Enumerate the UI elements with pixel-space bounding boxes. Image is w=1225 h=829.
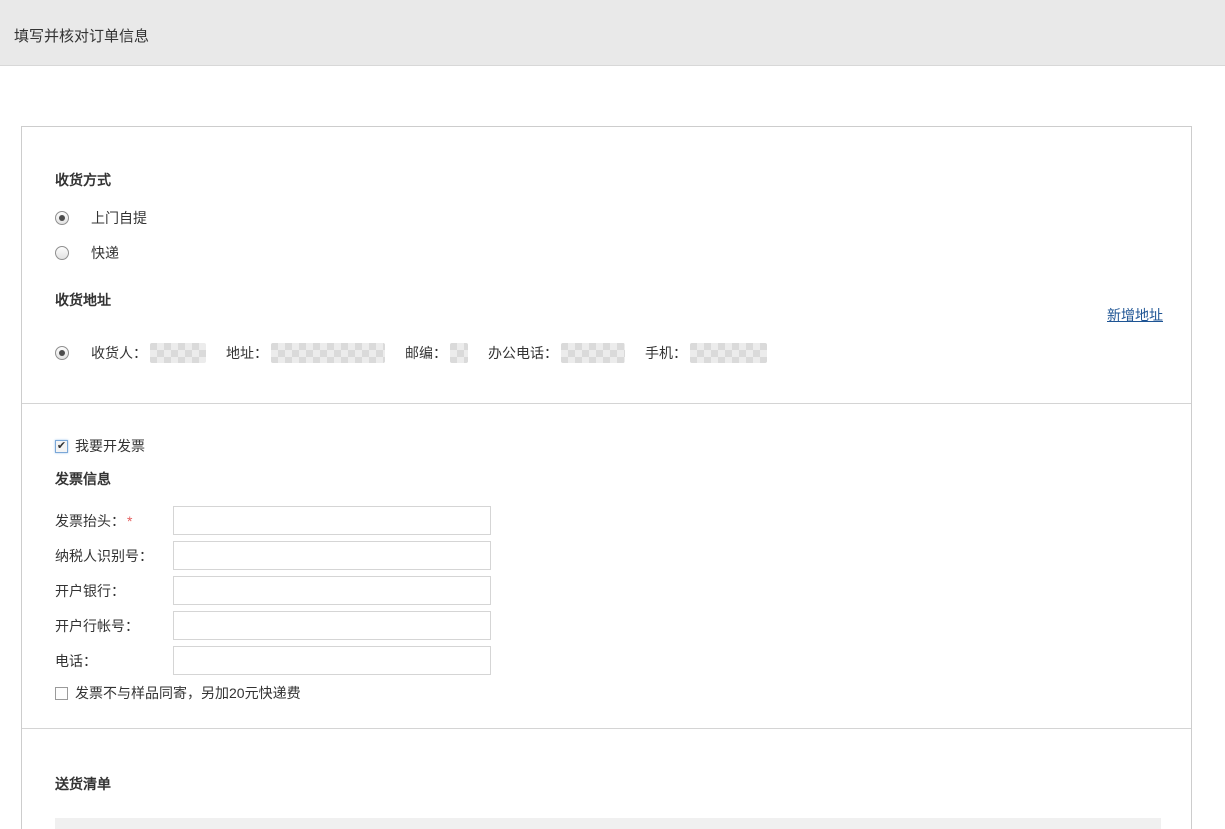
address-entry[interactable]: 收货人： 地址： 邮编： 办公电话： 手机： (55, 343, 1163, 363)
pickup-radio-label: 上门自提 (91, 208, 147, 228)
want-invoice-row[interactable]: 我要开发票 (55, 437, 1163, 455)
phone-input[interactable] (173, 646, 491, 675)
address-fields: 收货人： 地址： 邮编： 办公电话： 手机： (91, 343, 787, 363)
delivery-address-heading: 收货地址 (55, 290, 1163, 310)
bank-account-label: 开户行帐号： (55, 616, 173, 636)
invoice-section: 我要开发票 发票信息 发票抬头：* 纳税人识别号： 开户银行： 开户行帐号： 电… (22, 404, 1191, 729)
separate-shipping-checkbox[interactable] (55, 687, 68, 700)
mobile-label: 手机： (645, 343, 687, 363)
address-field-address: 地址： (226, 343, 385, 363)
bank-account-input[interactable] (173, 611, 491, 640)
invoice-title-label-text: 发票抬头： (55, 513, 125, 529)
form-row-phone: 电话： (55, 645, 1163, 676)
delivery-option-pickup[interactable]: 上门自提 (55, 208, 1163, 228)
express-radio[interactable] (55, 246, 69, 260)
delivery-method-heading: 收货方式 (55, 170, 1163, 190)
phone-label: 电话： (55, 651, 173, 671)
form-row-bank-account: 开户行帐号： (55, 610, 1163, 641)
required-asterisk: * (127, 513, 132, 529)
zipcode-label: 邮编： (405, 343, 447, 363)
invoice-form: 发票抬头：* 纳税人识别号： 开户银行： 开户行帐号： 电话： (55, 505, 1163, 676)
form-row-invoice-title: 发票抬头：* (55, 505, 1163, 536)
consignee-redacted-value (150, 343, 206, 363)
add-address-link[interactable]: 新增地址 (1107, 305, 1163, 325)
address-radio[interactable] (55, 346, 69, 360)
address-redacted-value (271, 343, 385, 363)
address-field-mobile: 手机： (645, 343, 767, 363)
delivery-section: 收货方式 上门自提 快递 收货地址 新增地址 收货人： 地址： (22, 127, 1191, 404)
form-row-bank-name: 开户银行： (55, 575, 1163, 606)
separate-shipping-row[interactable]: 发票不与样品同寄，另加20元快递费 (55, 684, 1163, 702)
taxpayer-id-input[interactable] (173, 541, 491, 570)
taxpayer-id-label: 纳税人识别号： (55, 546, 173, 566)
address-field-office-phone: 办公电话： (488, 343, 625, 363)
delivery-list-table-header: 商品 批号 国标号 浓度 有效期 单价（元） 数量 (55, 818, 1161, 829)
invoice-info-heading: 发票信息 (55, 469, 1163, 489)
delivery-list-section: 送货清单 商品 批号 国标号 浓度 有效期 单价（元） 数量 (22, 729, 1191, 829)
page-header: 填写并核对订单信息 (0, 0, 1225, 66)
order-form-panel: 收货方式 上门自提 快递 收货地址 新增地址 收货人： 地址： (21, 126, 1192, 829)
page-title: 填写并核对订单信息 (0, 0, 1225, 46)
mobile-redacted-value (690, 343, 767, 363)
want-invoice-label: 我要开发票 (75, 436, 145, 456)
want-invoice-checkbox[interactable] (55, 440, 68, 453)
address-label: 地址： (226, 343, 268, 363)
separate-shipping-label: 发票不与样品同寄，另加20元快递费 (75, 683, 301, 703)
delivery-list-heading: 送货清单 (55, 774, 1161, 794)
zipcode-redacted-value (450, 343, 468, 363)
consignee-label: 收货人： (91, 343, 147, 363)
address-field-zipcode: 邮编： (405, 343, 468, 363)
express-radio-label: 快递 (91, 243, 119, 263)
form-row-taxpayer-id: 纳税人识别号： (55, 540, 1163, 571)
delivery-option-express[interactable]: 快递 (55, 243, 1163, 263)
bank-name-label: 开户银行： (55, 581, 173, 601)
pickup-radio[interactable] (55, 211, 69, 225)
address-field-consignee: 收货人： (91, 343, 206, 363)
invoice-title-input[interactable] (173, 506, 491, 535)
office-phone-redacted-value (561, 343, 625, 363)
invoice-title-label: 发票抬头：* (55, 511, 173, 531)
bank-name-input[interactable] (173, 576, 491, 605)
office-phone-label: 办公电话： (488, 343, 558, 363)
